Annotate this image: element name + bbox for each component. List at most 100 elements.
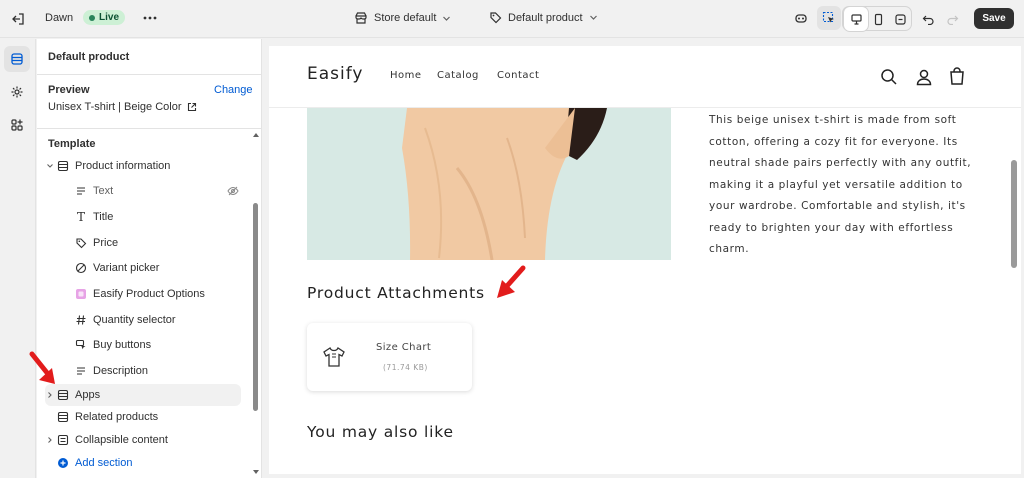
cursor-click-icon <box>73 337 89 353</box>
inspector-icon[interactable] <box>817 6 841 30</box>
price-tag-icon <box>73 235 89 251</box>
tree-item-description[interactable]: Description <box>65 360 241 382</box>
redo-icon[interactable] <box>940 6 964 30</box>
store-logo[interactable]: Easify <box>307 64 364 84</box>
tree-item-buy-buttons[interactable]: Buy buttons <box>65 334 241 356</box>
tree-item-label: Related products <box>75 411 159 423</box>
chevron-right-icon[interactable] <box>45 391 55 399</box>
divider <box>37 128 261 129</box>
section-icon <box>55 409 71 425</box>
sidebar-title: Default product <box>48 51 130 63</box>
tree-item-variant-picker[interactable]: Variant picker <box>65 257 241 279</box>
desktop-icon[interactable] <box>844 7 868 31</box>
tree-item-label: Apps <box>75 389 101 401</box>
store-preview: Easify Home Catalog Contact This beige u… <box>269 46 1021 474</box>
product-image[interactable] <box>307 108 671 260</box>
template-label: Template <box>48 138 96 150</box>
section-icon <box>55 158 71 174</box>
tag-icon <box>490 12 502 24</box>
tree-item-label: Quantity selector <box>93 314 176 326</box>
tree-item-related-products[interactable]: Related products <box>45 406 241 428</box>
scroll-up-icon[interactable] <box>252 132 260 138</box>
text-lines-icon <box>73 183 89 199</box>
tree-item-title[interactable]: T Title <box>65 206 241 228</box>
tree-item-product-information[interactable]: Product information <box>45 155 241 177</box>
attachment-size: (71.74 KB) <box>383 363 428 372</box>
sections-icon[interactable] <box>4 46 30 72</box>
tshirt-photo <box>307 108 671 260</box>
preview-label: Preview <box>48 84 90 96</box>
theme-settings-icon[interactable] <box>4 79 30 105</box>
scroll-down-icon[interactable] <box>252 469 260 475</box>
external-link-icon <box>188 102 197 112</box>
tree-item-label: Description <box>93 365 149 377</box>
mobile-icon[interactable] <box>866 7 890 31</box>
live-badge: Live <box>83 10 126 25</box>
tree-item-label: Title <box>93 211 114 223</box>
tree-item-collapsible-content[interactable]: Collapsible content <box>45 429 241 451</box>
tree-item-easify-options[interactable]: Easify Product Options <box>65 283 241 305</box>
apps-grid-icon[interactable] <box>4 112 30 138</box>
live-dot-icon <box>89 14 95 21</box>
add-section-label: Add section <box>75 457 133 469</box>
variant-icon <box>73 260 89 276</box>
store-icon <box>355 12 367 24</box>
text-title-icon: T <box>76 210 85 224</box>
annotation-arrow-icon <box>497 265 526 298</box>
preview-product-label: Unisex T-shirt | Beige Color <box>48 101 182 113</box>
store-selector-label: Store default <box>374 12 437 24</box>
tree-item-text[interactable]: Text <box>65 180 241 202</box>
eye-hidden-icon[interactable] <box>227 185 239 197</box>
hashtag-icon <box>73 312 89 328</box>
preview-scrollbar[interactable] <box>1011 160 1017 268</box>
text-lines-icon <box>73 363 89 379</box>
chevron-down-icon <box>443 16 451 21</box>
add-section-button[interactable]: Add section <box>45 452 241 474</box>
nav-catalog[interactable]: Catalog <box>437 70 479 81</box>
plus-circle-icon <box>55 455 71 471</box>
chevron-down-icon[interactable] <box>45 162 55 170</box>
nav-home[interactable]: Home <box>390 70 422 81</box>
tree-item-label: Text <box>93 185 114 197</box>
tree-item-label: Variant picker <box>93 262 160 274</box>
chevron-right-icon[interactable] <box>45 436 55 444</box>
store-selector[interactable]: Store default <box>354 11 451 25</box>
tshirt-icon <box>323 347 345 367</box>
undo-icon[interactable] <box>916 6 940 30</box>
change-preview-link[interactable]: Change <box>214 84 253 96</box>
attachments-heading: Product Attachments <box>307 284 485 302</box>
ellipsis-icon[interactable] <box>138 6 162 30</box>
attachment-card[interactable]: Size Chart (71.74 KB) <box>307 323 472 391</box>
annotation-arrow-icon <box>29 351 55 384</box>
tree-item-quantity-selector[interactable]: Quantity selector <box>65 309 241 331</box>
exit-icon[interactable] <box>6 7 30 31</box>
template-selector-label: Default product <box>508 11 583 24</box>
tree-item-apps[interactable]: Apps <box>45 384 241 406</box>
top-bar: Dawn Live Store default Default product … <box>0 0 1024 38</box>
tree-item-label: Collapsible content <box>75 434 168 446</box>
nav-contact[interactable]: Contact <box>497 70 539 81</box>
product-description: This beige unisex t-shirt is made from s… <box>709 114 972 255</box>
tree-item-label: Price <box>93 237 119 249</box>
tree-item-price[interactable]: Price <box>65 232 241 254</box>
collapsible-icon <box>55 432 71 448</box>
fullscreen-icon[interactable] <box>888 7 912 31</box>
chevron-down-icon <box>589 15 597 20</box>
divider <box>37 74 261 75</box>
theme-name: Dawn <box>45 12 74 24</box>
sections-sidebar: Default product Preview Change Unisex T-… <box>37 39 262 478</box>
store-header: Easify Home Catalog Contact <box>269 46 1021 108</box>
also-like-heading: You may also like <box>307 423 454 441</box>
tree-item-label: Product information <box>75 160 171 172</box>
sidekick-icon[interactable] <box>789 6 813 30</box>
save-button[interactable]: Save <box>974 8 1014 29</box>
template-selector[interactable]: Default product <box>489 11 598 24</box>
account-icon[interactable] <box>915 68 933 86</box>
preview-product[interactable]: Unisex T-shirt | Beige Color <box>48 101 197 113</box>
search-icon[interactable] <box>880 68 898 86</box>
cart-icon[interactable] <box>948 67 966 86</box>
easify-app-icon <box>73 286 89 302</box>
tree-item-label: Easify Product Options <box>93 288 205 300</box>
attachment-name: Size Chart <box>376 342 432 353</box>
sidebar-scrollbar[interactable] <box>253 203 258 411</box>
